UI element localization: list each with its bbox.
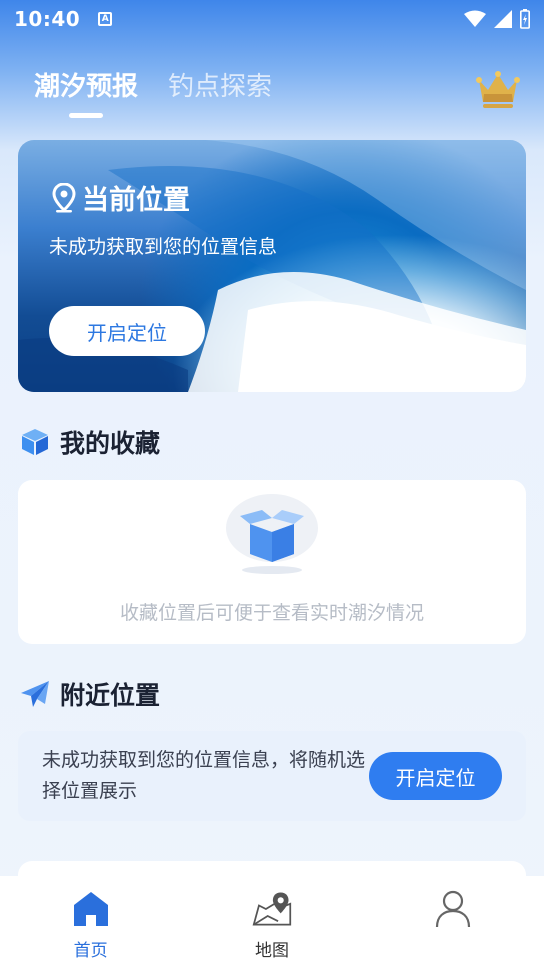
enable-location-button[interactable]: 开启定位 — [49, 306, 205, 356]
top-tabs: 潮汐预报 钓点探索 — [34, 66, 272, 118]
battery-icon — [520, 9, 530, 29]
user-icon — [433, 888, 473, 930]
cube-icon — [22, 429, 48, 455]
tab-active-indicator — [69, 113, 103, 118]
nav-label: 地图 — [254, 941, 289, 961]
nearby-header: 附近位置 — [20, 676, 160, 712]
status-bar: 10:40 A — [0, 0, 544, 38]
status-time: 10:40 — [14, 7, 81, 31]
nav-item-profile[interactable] — [363, 876, 544, 968]
vip-crown-icon[interactable] — [476, 70, 520, 110]
signal-icon — [494, 10, 512, 28]
nearby-card: 未成功获取到您的位置信息，将随机选择位置展示 开启定位 — [18, 731, 526, 821]
favorites-header: 我的收藏 — [20, 424, 160, 460]
notification-badge-icon: A — [98, 12, 113, 26]
nav-label: 首页 — [73, 941, 108, 961]
nav-item-home[interactable]: 首页 — [0, 876, 181, 968]
tab-label: 钓点探索 — [168, 72, 273, 102]
nearby-title: 附近位置 — [60, 681, 161, 710]
bottom-nav: 首页 地图 — [0, 876, 544, 968]
current-location-card: 当前位置 未成功获取到您的位置信息 开启定位 — [18, 140, 526, 392]
wifi-icon — [464, 10, 486, 27]
favorites-empty-text: 收藏位置后可便于查看实时潮汐情况 — [119, 602, 424, 624]
map-pin-icon — [252, 888, 292, 930]
favorites-title: 我的收藏 — [60, 429, 161, 458]
empty-box-icon — [226, 494, 318, 574]
tab-label: 潮汐预报 — [34, 72, 139, 102]
status-indicators — [464, 9, 530, 29]
favorites-card: 收藏位置后可便于查看实时潮汐情况 — [18, 480, 526, 644]
nearby-message: 未成功获取到您的位置信息，将随机选择位置展示 — [42, 749, 366, 802]
home-icon — [71, 888, 111, 930]
hero-title-row: 当前位置 — [52, 178, 190, 217]
tab-fishing-spots[interactable]: 钓点探索 — [168, 66, 272, 103]
nearby-enable-location-button[interactable]: 开启定位 — [369, 752, 502, 800]
location-status-text: 未成功获取到您的位置信息 — [49, 236, 278, 258]
nav-item-map[interactable]: 地图 — [181, 876, 362, 968]
tab-tide-forecast[interactable]: 潮汐预报 — [34, 66, 138, 118]
paper-plane-icon — [21, 681, 49, 707]
hero-title: 当前位置 — [82, 185, 190, 216]
location-pin-icon — [52, 182, 76, 212]
